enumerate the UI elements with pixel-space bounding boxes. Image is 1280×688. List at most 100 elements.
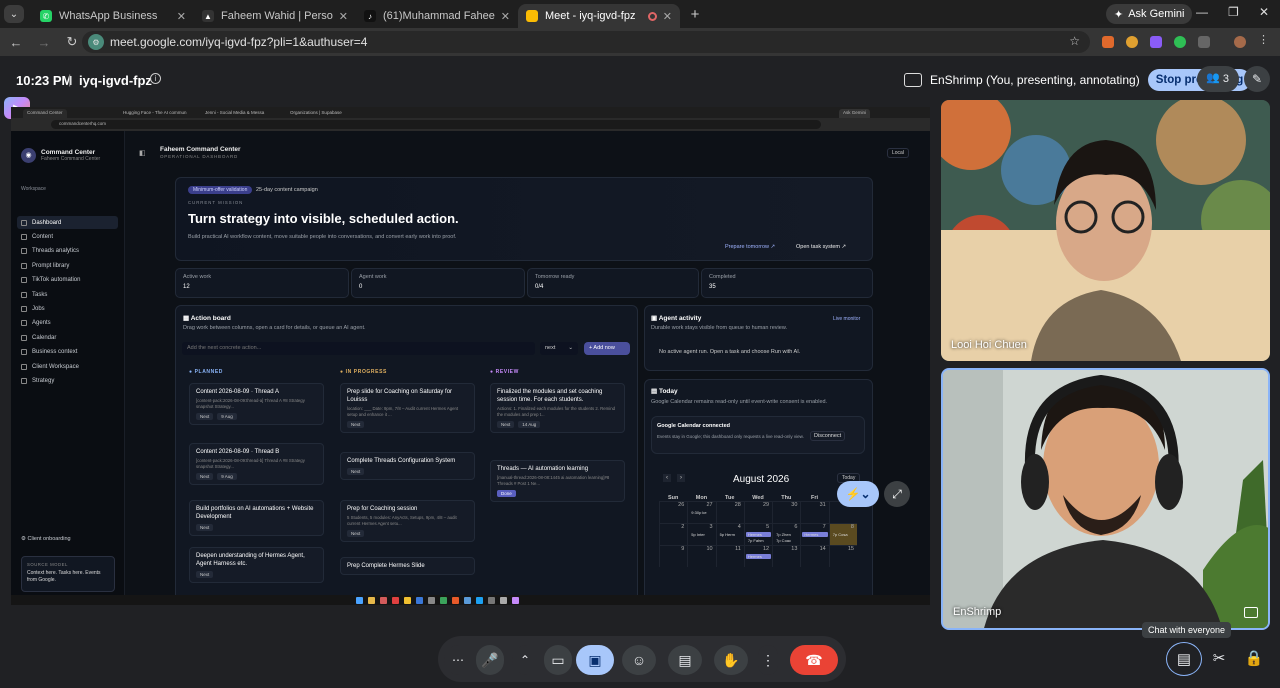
task-card[interactable]: Prep for Coaching session 5 Students, 5 m… [340,500,475,542]
calendar-day[interactable]: 12 Hermes [743,546,772,567]
tab-search-icon[interactable]: ⌄ [4,5,24,23]
tab-meet[interactable]: Meet - iyq-igvd-fpz ✕ [518,4,680,28]
sidebar-item-dashboard[interactable]: Dashboard [17,216,118,229]
site-info-icon[interactable]: ⚙ [88,34,104,50]
calendar-event[interactable]: 7p Fahm [746,538,771,543]
task-card[interactable]: Build portfolios on AI automations + Web… [189,500,324,536]
next-month-icon[interactable]: › [677,474,685,482]
audio-controls[interactable]: ⋯ 🎤 [444,645,504,675]
video-controls[interactable]: ⌃ ▭ [512,645,572,675]
pip-icon[interactable] [1244,607,1258,618]
sidebar-item-content[interactable]: Content [17,230,118,243]
calendar-day[interactable]: 7 Hermes [800,524,828,545]
extension-icon[interactable] [1150,36,1162,48]
open-task-system-link[interactable]: Open task system ↗ [796,244,846,250]
sidebar-item-client-workspace[interactable]: Client Workspace [17,360,118,373]
url-field[interactable]: ⚙ meet.google.com/iyq-igvd-fpz?pli=1&aut… [82,31,1090,53]
reload-icon[interactable]: ↻ [60,34,84,50]
leave-call-button[interactable]: ☎ [790,645,838,675]
sidebar-item-tasks[interactable]: Tasks [17,288,118,301]
captions-button[interactable]: ▤ [668,645,702,675]
sidebar-toggle-icon[interactable]: ◧ [139,149,146,157]
calendar-event[interactable]: Hermes [802,532,828,537]
annotation-tools-button[interactable]: ⚡⌄ [837,481,879,507]
calendar-event[interactable]: 7p Coac [774,538,799,543]
participant-tile[interactable]: Looi Hoi Chuen [941,100,1270,361]
calendar-event[interactable]: 7p Cosa [831,532,856,537]
close-icon[interactable]: ✕ [177,10,186,23]
bookmark-star-icon[interactable]: ☆ [1069,34,1080,48]
calendar-day[interactable]: 2 [659,524,687,545]
calendar-event[interactable]: Hermes [745,554,772,559]
calendar-event[interactable]: 9:30p ke [689,510,714,515]
sidebar-item-prompt-library[interactable]: Prompt library [17,259,118,272]
prev-month-icon[interactable]: ‹ [663,474,671,482]
prepare-tomorrow-link[interactable]: Prepare tomorrow ↗ [725,244,775,250]
local-button[interactable]: Local [887,148,909,158]
tab-whatsapp[interactable]: ✆ WhatsApp Business ✕ [32,4,194,28]
live-monitor-link[interactable]: Live monitor [833,316,860,322]
add-action-input[interactable]: Add the next concrete action... [182,342,535,355]
extension-icon[interactable] [1174,36,1186,48]
calendar-event[interactable]: Hermes [745,532,772,537]
calendar-day[interactable]: 4 5p Herm [715,524,744,545]
calendar-day[interactable]: 14 [800,546,828,567]
ask-gemini-button[interactable]: ✦ Ask Gemini [1106,4,1193,24]
extensions-puzzle-icon[interactable] [1198,36,1210,48]
sidebar-item-business-context[interactable]: Business context [17,346,118,359]
raise-hand-button[interactable]: ✋ [714,645,748,675]
calendar-day[interactable]: 8 7p Cosa [828,524,857,545]
more-options-icon[interactable]: ⋮ [758,645,778,675]
calendar-day[interactable]: 9 [659,546,687,567]
profile-avatar[interactable] [1234,36,1246,48]
fullscreen-icon[interactable]: ⤢ [884,481,910,507]
task-card[interactable]: Prep slide for Coaching on Saturday for … [340,383,475,433]
tab-tiktok[interactable]: ♪ (61)Muhammad Faheem (@_fa ✕ [356,4,518,28]
forward-icon[interactable]: → [32,35,56,50]
calendar-event[interactable]: 7p Zhen [774,532,799,537]
camera-icon[interactable]: ▭ [544,645,572,675]
task-card[interactable]: Threads — AI automation learning [manual-… [490,460,625,502]
host-controls-icon[interactable]: 🔒 [1236,642,1272,676]
task-card[interactable]: Deepen understanding of Hermes Agent, Ag… [189,547,324,583]
chevron-up-icon[interactable]: ⌃ [520,645,530,675]
meeting-info-icon[interactable]: i [150,73,161,84]
more-audio-icon[interactable]: ⋯ [452,645,464,675]
disconnect-button[interactable]: Disconnect [810,431,846,441]
sidebar-item-threads-analytics[interactable]: Threads analytics [17,245,118,258]
restore-icon[interactable]: ❐ [1228,5,1239,19]
calendar-day[interactable]: 31 [800,502,828,523]
calendar-day[interactable]: 26 [659,502,687,523]
sidebar-item-jobs[interactable]: Jobs [17,302,118,315]
calendar-day[interactable]: 29 [743,502,772,523]
close-icon[interactable]: ✕ [663,10,672,23]
people-button[interactable]: 👥 3 [1197,66,1239,92]
close-icon[interactable]: ✕ [501,10,510,23]
extension-icon[interactable] [1102,36,1114,48]
calendar-day[interactable]: 10 [687,546,715,567]
new-tab-button[interactable]: + [684,6,706,23]
client-onboarding-link[interactable]: ⚙ Client onboarding [21,536,71,542]
sidebar-item-calendar[interactable]: Calendar [17,331,118,344]
annotate-pencil-icon[interactable]: ✎ [1244,66,1270,92]
back-icon[interactable]: ← [4,35,28,50]
calendar-day[interactable]: 28 [715,502,744,523]
emoji-reaction-button[interactable]: ☺ [622,645,656,675]
sidebar-item-strategy[interactable]: Strategy [17,374,118,387]
window-close-icon[interactable]: ✕ [1259,5,1269,19]
microphone-icon[interactable]: 🎤 [476,645,504,675]
task-card[interactable]: Content 2026-08-09 · Thread A [content-pa… [189,383,324,425]
chat-icon[interactable]: ▤ [1166,642,1202,676]
calendar-day[interactable]: 30 [772,502,800,523]
task-card[interactable]: Finalized the modules and set coaching s… [490,383,625,433]
minimize-icon[interactable]: — [1196,5,1208,19]
add-now-button[interactable]: + Add now [584,342,630,355]
calendar-day[interactable]: 5 Hermes 7p Fahm [743,524,772,545]
calendar-day[interactable]: 15 [828,546,857,567]
calendar-day[interactable]: 27 9:30p ke [687,502,715,523]
sidebar-item-agents[interactable]: Agents [17,317,118,330]
calendar-day[interactable]: 13 [772,546,800,567]
task-card[interactable]: Prep Complete Hermes Slide [340,557,475,575]
activities-icon[interactable]: ✂ [1201,642,1237,676]
participant-tile-self[interactable]: EnShrimp [941,368,1270,630]
